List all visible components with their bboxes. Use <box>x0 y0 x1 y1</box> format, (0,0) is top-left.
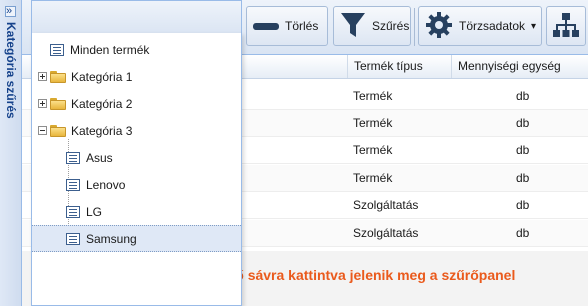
cell-product-type: Termék <box>353 116 393 130</box>
cell-unit: db <box>516 171 530 185</box>
tree-node-category-1[interactable]: Kategória 1 <box>32 63 241 90</box>
cell-unit: db <box>516 198 530 212</box>
expand-glyph: » <box>6 5 13 17</box>
tree-node-label: LG <box>86 204 103 219</box>
cell-product-type: Szolgáltatás <box>353 198 419 212</box>
tree-node-label: Samsung <box>86 231 137 246</box>
collapse-toggle-icon[interactable] <box>38 126 47 135</box>
tree-node-lenovo[interactable]: Lenovo <box>32 171 241 198</box>
folder-icon <box>50 97 66 110</box>
document-icon <box>66 178 80 191</box>
tree-node-category-2[interactable]: Kategória 2 <box>32 90 241 117</box>
funnel-icon <box>340 10 366 43</box>
cell-unit: db <box>516 116 530 130</box>
hierarchy-icon <box>552 11 580 42</box>
tree-node-label: Kategória 3 <box>71 123 133 138</box>
tree-node-label: Kategória 1 <box>71 69 133 84</box>
column-header-product-type[interactable]: Termék típus <box>347 55 451 78</box>
minus-icon <box>253 22 279 30</box>
document-icon <box>66 205 80 218</box>
category-filter-title[interactable]: Kategória szűrés <box>4 22 18 119</box>
tree-node-label: Minden termék <box>70 42 150 57</box>
cell-product-type: Termék <box>353 143 393 157</box>
filter-label: Szűrés <box>372 19 410 33</box>
folder-open-icon <box>50 124 66 137</box>
cell-unit: db <box>516 89 530 103</box>
cell-unit: db <box>516 143 530 157</box>
category-filter-bar[interactable]: » Kategória szűrés <box>0 0 22 306</box>
tree-node-all-products[interactable]: Minden termék <box>32 36 241 63</box>
expand-toggle-icon[interactable] <box>38 99 47 108</box>
document-icon <box>50 43 64 56</box>
cell-unit: db <box>516 226 530 240</box>
cell-product-type: Termék <box>353 171 393 185</box>
master-data-label: Törzsadatok <box>459 19 526 33</box>
expand-icon[interactable]: » <box>5 5 16 17</box>
tree-panel-header <box>31 0 242 33</box>
expand-toggle-icon[interactable] <box>38 72 47 81</box>
master-data-button[interactable]: Törzsadatok ▾ <box>418 6 542 46</box>
tree-node-label: Lenovo <box>86 177 126 192</box>
column-header-unit[interactable]: Mennyiségi egység <box>451 55 588 78</box>
document-icon <box>66 232 80 245</box>
delete-label: Törlés <box>285 19 319 33</box>
document-icon <box>66 151 80 164</box>
tree-node-category-3[interactable]: Kategória 3 <box>32 117 241 144</box>
tree-node-lg[interactable]: LG <box>32 198 241 225</box>
hierarchy-button[interactable] <box>546 6 586 46</box>
tree-node-asus[interactable]: Asus <box>32 144 241 171</box>
tree-node-label: Asus <box>86 150 113 165</box>
category-tree-panel: Minden termék Kategória 1 Kategória 2 Ka… <box>31 33 242 306</box>
delete-button[interactable]: Törlés <box>246 6 328 46</box>
cell-product-type: Termék <box>353 89 393 103</box>
gear-icon <box>425 11 453 42</box>
toolbar-separator <box>414 8 415 46</box>
chevron-down-icon: ▾ <box>531 20 537 32</box>
cell-product-type: Szolgáltatás <box>353 226 419 240</box>
filter-button[interactable]: Szűrés <box>333 6 411 46</box>
folder-icon <box>50 70 66 83</box>
tree-node-label: Kategória 2 <box>71 96 133 111</box>
tree-node-samsung[interactable]: Samsung <box>32 225 241 252</box>
